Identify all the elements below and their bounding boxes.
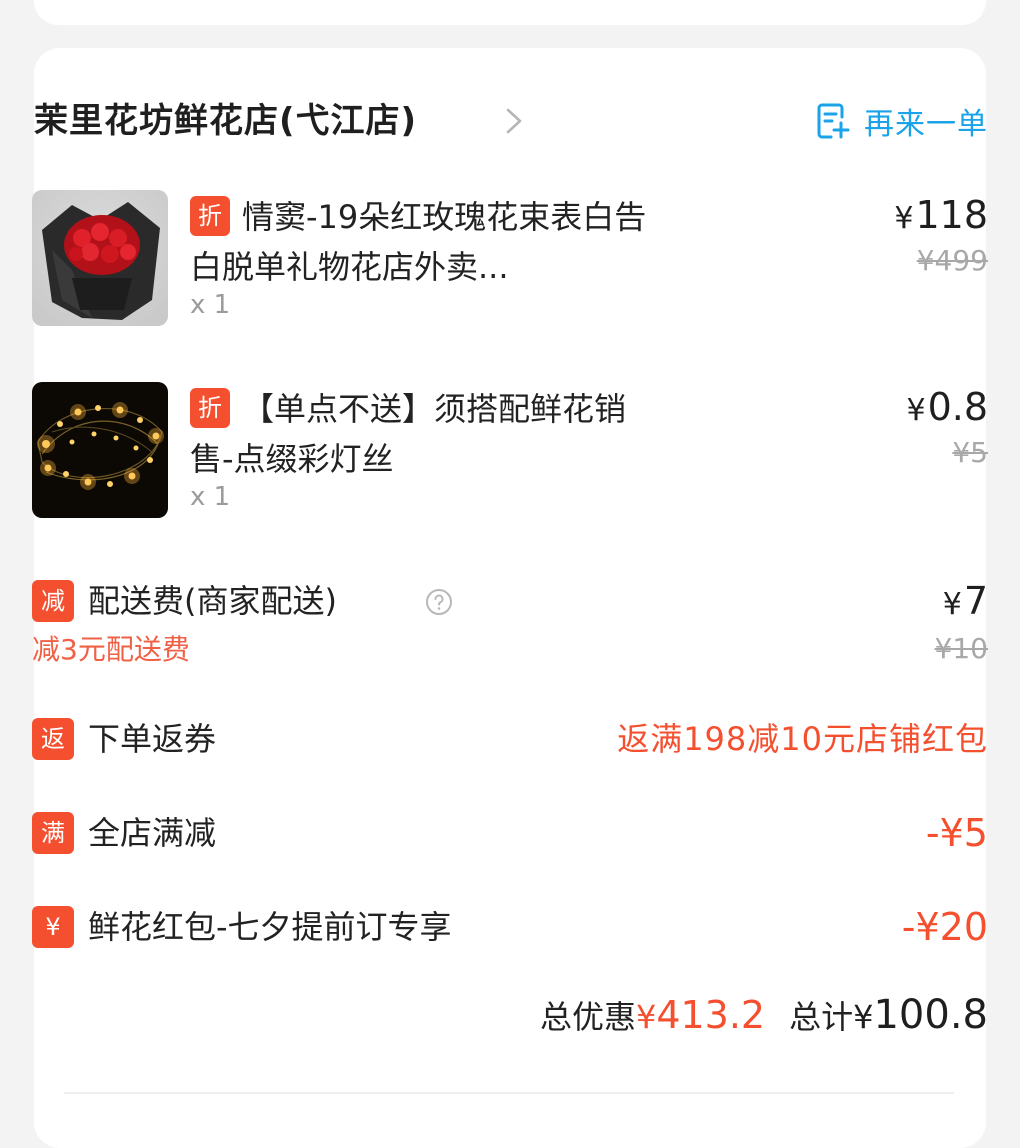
discount-tag: 折 <box>190 388 230 428</box>
item-title-text: 【单点不送】须搭配鲜花销售-点缀彩灯丝 <box>190 390 627 478</box>
full-reduction-tag: 满 <box>32 812 74 854</box>
chevron-right-icon[interactable] <box>502 106 526 136</box>
order-summary: 总优惠 ¥413.2 总计 ¥100.8 <box>540 992 988 1046</box>
red-packet-row[interactable]: ¥ 鲜花红包-七夕提前订专享 -¥20 <box>32 902 988 952</box>
reduce-tag: 减 <box>32 580 74 622</box>
red-packet-label: 鲜花红包-七夕提前订专享 <box>88 908 452 946</box>
store-discount-label: 全店满减 <box>88 814 217 852</box>
red-packet-value: -¥20 <box>901 905 988 949</box>
total-discount-label: 总优惠 <box>539 998 636 1036</box>
item-original-price: ¥499 <box>916 244 988 277</box>
previous-card <box>34 0 986 25</box>
shop-header: 茉里花坊鲜花店(弋江店) 再来一单 <box>34 96 988 152</box>
discount-tag: 折 <box>190 196 230 236</box>
store-discount-row[interactable]: 满 全店满减 -¥5 <box>32 808 988 858</box>
delivery-fee-label: 配送费(商家配送) <box>88 582 337 620</box>
total-discount-value: ¥413.2 <box>635 993 766 1037</box>
item-price: ¥0.8 <box>906 385 988 429</box>
divider <box>64 1092 954 1094</box>
item-price: ¥118 <box>894 193 988 237</box>
item-title-text: 情窦-19朵红玫瑰花束表白告白脱单礼物花店外卖... <box>190 198 647 286</box>
store-discount-value: -¥5 <box>925 811 988 855</box>
item-quantity: x 1 <box>190 290 231 320</box>
order-item[interactable]: 折情窦-19朵红玫瑰花束表白告白脱单礼物花店外卖... x 1 ¥118 ¥49… <box>32 190 988 330</box>
item-thumbnail[interactable] <box>32 190 168 326</box>
reorder-label: 再来一单 <box>864 107 988 142</box>
order-item[interactable]: 折【单点不送】须搭配鲜花销售-点缀彩灯丝 x 1 ¥0.8 ¥5 <box>32 382 988 522</box>
shop-name[interactable]: 茉里花坊鲜花店(弋江店) <box>34 96 417 146</box>
rebate-row[interactable]: 返 下单返券 返满198减10元店铺红包 <box>32 714 988 764</box>
help-icon[interactable] <box>425 588 453 616</box>
reorder-icon <box>817 103 850 139</box>
item-thumbnail[interactable] <box>32 382 168 518</box>
rebate-value: 返满198减10元店铺红包 <box>617 720 988 758</box>
item-title[interactable]: 折【单点不送】须搭配鲜花销售-点缀彩灯丝 <box>190 384 660 484</box>
delivery-fee-price: ¥7 <box>942 579 988 623</box>
total-label: 总计 <box>789 998 854 1036</box>
reorder-button[interactable]: 再来一单 <box>816 98 988 144</box>
delivery-discount-note: 减3元配送费 <box>32 633 190 666</box>
item-original-price: ¥5 <box>952 436 988 469</box>
delivery-fee-row: 减 配送费(商家配送) ¥7 <box>32 576 988 626</box>
total-value: ¥100.8 <box>853 992 988 1038</box>
delivery-original-price: ¥10 <box>934 632 988 665</box>
rebate-tag: 返 <box>32 718 74 760</box>
rebate-label: 下单返券 <box>88 720 217 758</box>
item-quantity: x 1 <box>190 482 231 512</box>
red-packet-tag: ¥ <box>32 906 74 948</box>
item-title[interactable]: 折情窦-19朵红玫瑰花束表白告白脱单礼物花店外卖... <box>190 192 660 292</box>
